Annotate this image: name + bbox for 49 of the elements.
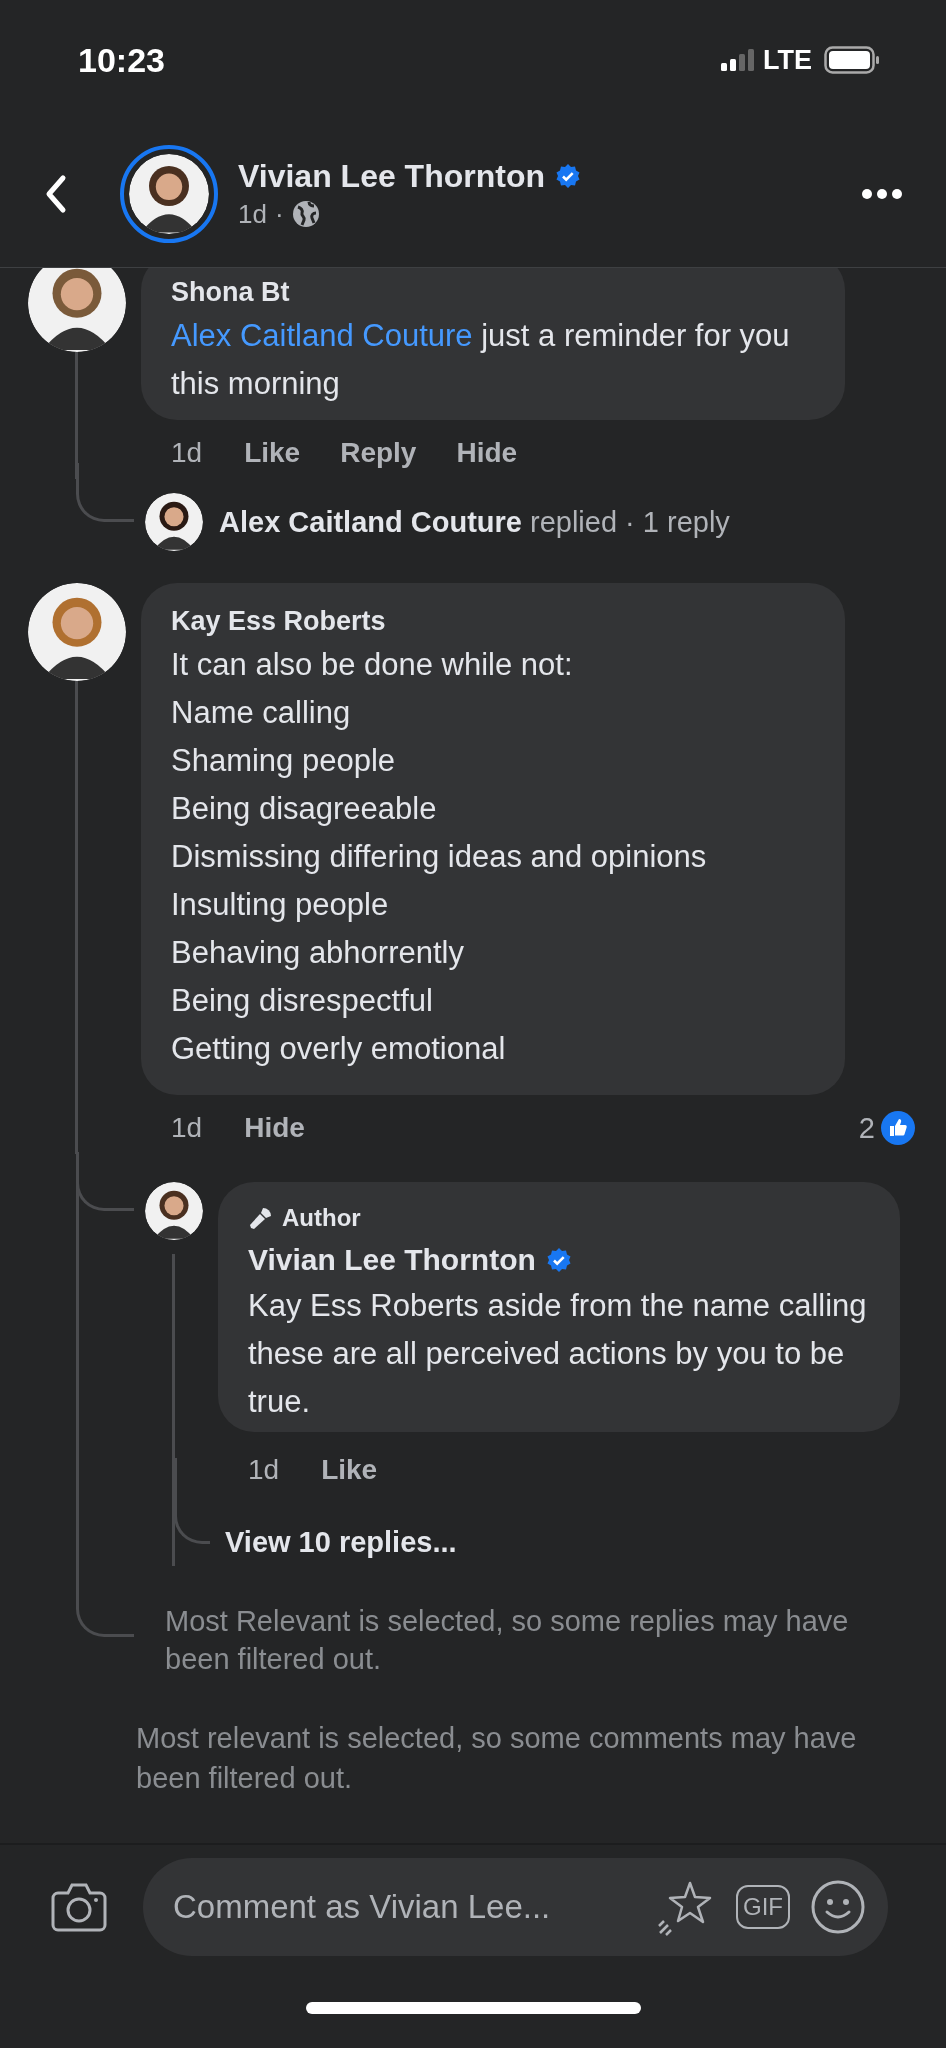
commenter-name[interactable]: Vivian Lee Thornton [248, 1240, 536, 1280]
comment-field[interactable]: Comment as Vivian Lee... GIF [143, 1857, 888, 1956]
author-label: Author [282, 1204, 361, 1232]
comment-time: 1d [248, 1454, 280, 1486]
avatar[interactable] [28, 268, 126, 352]
signal-icon [721, 49, 755, 71]
comment-line: Insulting people [171, 886, 390, 924]
comment-text: Alex Caitland Couture just a reminder for you this morning [171, 317, 791, 403]
gif-button[interactable]: GIF [736, 1884, 790, 1929]
filter-notice: Most relevant is selected, so some comments may have been filtered out. [136, 1721, 858, 1796]
filter-notice: Most Relevant is selected, so some replies may have been filtered out. [165, 1604, 850, 1677]
avatar[interactable] [28, 583, 126, 681]
comment-action-link[interactable]: Like [244, 437, 301, 469]
globe-icon [291, 200, 320, 228]
clock-time: 10:23 [78, 40, 165, 80]
comment-line: Name calling [171, 694, 352, 732]
poster-name[interactable]: Vivian Lee Thornton [238, 157, 545, 195]
comment-line: Behaving abhorrently [171, 934, 465, 972]
more-options-icon [862, 188, 902, 199]
commenter-name[interactable]: Shona Bt [171, 272, 817, 312]
like-reaction-icon [881, 1111, 915, 1145]
comment-line: Being disrespectful [171, 982, 434, 1020]
comment-time: 1d [171, 437, 203, 469]
post-time: 1d [238, 198, 267, 230]
comment-action-link[interactable]: Like [321, 1454, 378, 1486]
reaction-count[interactable]: 2 [858, 1111, 875, 1145]
comment-line: Getting overly emotional [171, 1030, 507, 1068]
comment-line: Being disagreeable [171, 790, 438, 828]
back-icon [44, 173, 68, 214]
comment-time: 1d [171, 1112, 203, 1144]
comment-line: It can also be done while not: [171, 646, 574, 684]
commenter-name[interactable]: Kay Ess Roberts [171, 601, 817, 641]
comment-action-link[interactable]: Hide [244, 1112, 305, 1144]
comment-action-link[interactable]: Reply [340, 437, 417, 469]
comment-action-link[interactable]: Hide [456, 437, 518, 469]
avatar[interactable] [145, 1182, 203, 1240]
emoji-icon [810, 1878, 866, 1935]
comment-line: Shaming people [171, 742, 397, 780]
comment-line: Dismissing differing ideas and opinions [171, 838, 708, 876]
avatar[interactable] [145, 493, 203, 551]
battery-icon [824, 46, 880, 74]
comment-text: Kay Ess Roberts aside from the name calling these are all perceived actions by you to be true. [248, 1287, 868, 1421]
view-replies-link[interactable]: View 10 replies... [225, 1525, 457, 1559]
replied-summary[interactable]: Alex Caitland Couture replied · 1 reply [219, 505, 730, 539]
avatar[interactable] [129, 153, 209, 234]
mention-link[interactable]: Alex Caitland Couture [171, 318, 473, 353]
microphone-icon [248, 1205, 274, 1231]
separator-dot: · [274, 198, 284, 230]
network-label: LTE [763, 44, 812, 76]
